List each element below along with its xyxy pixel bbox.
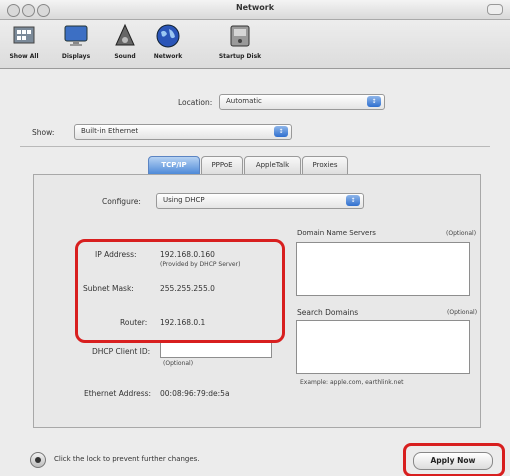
dns-optional: (Optional) <box>446 230 477 237</box>
toolbar-label-displays: Displays <box>61 53 91 60</box>
chevron-updown-icon: ↕ <box>367 96 381 107</box>
window-title: Network <box>235 3 275 12</box>
search-domains-label: Search Domains <box>297 308 359 317</box>
displays-icon <box>63 23 89 49</box>
network-icon <box>155 23 181 49</box>
ethernet-address-value: 00:08:96:79:de:5a <box>160 389 230 398</box>
toolbar-label-sound: Sound <box>114 53 136 60</box>
toolbar-label-network: Network <box>153 53 183 60</box>
dhcp-client-id-field[interactable] <box>160 342 272 358</box>
configure-value: Using DHCP <box>163 196 205 204</box>
toolbar-item-show-all[interactable]: Show All <box>2 23 46 60</box>
search-domains-example: Example: apple.com, earthlink.net <box>300 379 404 386</box>
separator <box>20 146 490 147</box>
startup-disk-icon <box>227 23 253 49</box>
show-popup[interactable]: Built-in Ethernet ↕ <box>74 124 292 140</box>
sound-icon <box>112 23 138 49</box>
tab-pppoe[interactable]: PPPoE <box>201 156 243 175</box>
toolbar-item-sound[interactable]: Sound <box>103 23 147 60</box>
tab-tcp-ip[interactable]: TCP/IP <box>148 156 200 175</box>
toolbar-item-network[interactable]: Network <box>146 23 190 60</box>
tab-proxies[interactable]: Proxies <box>302 156 348 175</box>
toolbar-toggle-button[interactable] <box>487 4 503 15</box>
chevron-updown-icon: ↕ <box>274 126 288 137</box>
dns-field[interactable] <box>296 242 470 296</box>
preferences-toolbar: Show All Displays Sound Network Startup … <box>0 20 510 69</box>
show-all-icon <box>11 23 37 49</box>
configure-label: Configure: <box>102 197 141 206</box>
show-label: Show: <box>32 128 55 137</box>
location-popup[interactable]: Automatic ↕ <box>219 94 385 110</box>
toolbar-item-startup-disk[interactable]: Startup Disk <box>218 23 262 60</box>
location-value: Automatic <box>226 97 262 105</box>
dhcp-client-id-optional: (Optional) <box>163 360 194 367</box>
search-domains-optional: (Optional) <box>447 309 478 316</box>
highlight-ip-settings <box>75 239 285 343</box>
tab-appletalk[interactable]: AppleTalk <box>244 156 301 175</box>
highlight-apply-now <box>403 443 505 476</box>
search-domains-field[interactable] <box>296 320 470 374</box>
chevron-updown-icon: ↕ <box>346 195 360 206</box>
lock-hint: Click the lock to prevent further change… <box>54 455 200 463</box>
toolbar-label-startup-disk: Startup Disk <box>218 53 262 60</box>
location-label: Location: <box>178 98 213 107</box>
lock-button[interactable] <box>30 452 46 468</box>
network-window: Network Show All Displays Sound Network … <box>0 0 510 476</box>
dhcp-client-id-label: DHCP Client ID: <box>92 347 151 356</box>
toolbar-label-show-all: Show All <box>9 53 39 60</box>
lock-icon <box>35 457 41 463</box>
dns-label: Domain Name Servers <box>297 229 376 237</box>
ethernet-address-label: Ethernet Address: <box>84 389 152 398</box>
toolbar-item-displays[interactable]: Displays <box>54 23 98 60</box>
title-bar: Network <box>0 0 510 20</box>
configure-popup[interactable]: Using DHCP ↕ <box>156 193 364 209</box>
show-value: Built-in Ethernet <box>81 127 139 135</box>
